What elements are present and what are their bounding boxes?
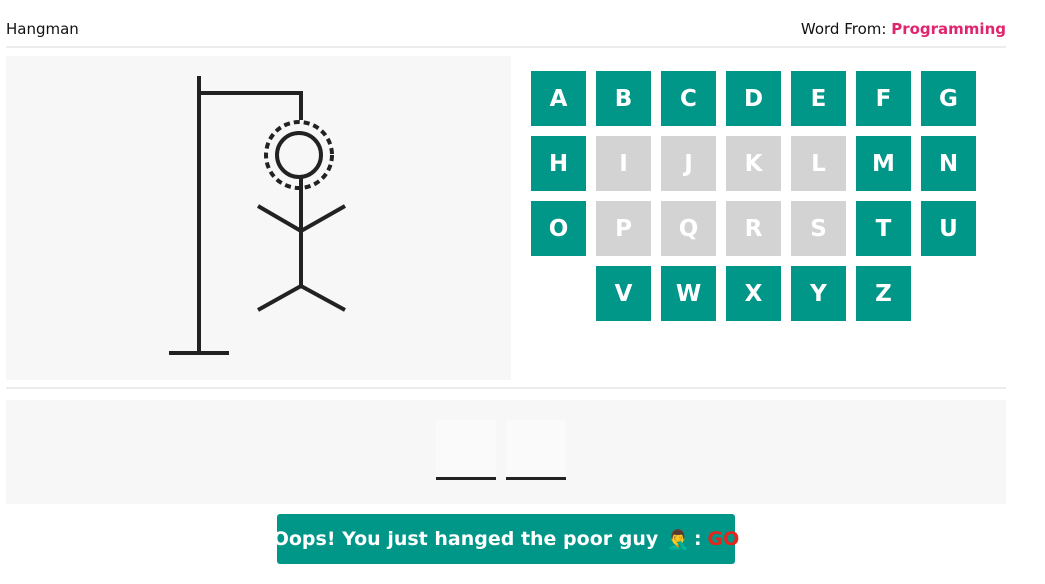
key-d[interactable]: D <box>726 71 781 126</box>
key-a[interactable]: A <box>531 71 586 126</box>
key-i[interactable]: I <box>596 136 651 191</box>
key-h[interactable]: H <box>531 136 586 191</box>
word-panel <box>6 400 1006 504</box>
key-j[interactable]: J <box>661 136 716 191</box>
category-name: Programming <box>891 20 1006 38</box>
key-b[interactable]: B <box>596 71 651 126</box>
game-over-message: Oops! You just hanged the poor guy 🤦‍♂️ … <box>273 514 739 564</box>
section-divider <box>6 387 1006 389</box>
key-x[interactable]: X <box>726 266 781 321</box>
key-p[interactable]: P <box>596 201 651 256</box>
key-l[interactable]: L <box>791 136 846 191</box>
header-divider <box>6 46 1006 48</box>
letter-slot <box>436 420 496 480</box>
key-f[interactable]: F <box>856 71 911 126</box>
key-n[interactable]: N <box>921 136 976 191</box>
key-y[interactable]: Y <box>791 266 846 321</box>
letter-slot <box>506 420 566 480</box>
stick-figure-left-leg <box>257 284 302 312</box>
stick-figure-right-leg <box>300 284 346 312</box>
word-from-label: Word From: <box>800 20 887 38</box>
gallows-panel <box>6 56 511 380</box>
key-o[interactable]: O <box>531 201 586 256</box>
letter-keyboard: ABCDEFG HIJKLMN OPQRSTU VWXYZ <box>531 71 976 321</box>
key-k[interactable]: K <box>726 136 781 191</box>
key-s[interactable]: S <box>791 201 846 256</box>
stick-figure-right-arm <box>300 204 346 233</box>
game-over-text: Oops! You just hanged the poor guy <box>272 528 659 550</box>
key-r[interactable]: R <box>726 201 781 256</box>
message-separator: : <box>693 528 702 550</box>
header: Hangman Word From: Programming <box>6 18 1006 40</box>
app-title: Hangman <box>6 20 79 38</box>
key-e[interactable]: E <box>791 71 846 126</box>
key-t[interactable]: T <box>856 201 911 256</box>
word-category: Word From: Programming <box>801 20 1006 38</box>
key-w[interactable]: W <box>661 266 716 321</box>
key-v[interactable]: V <box>596 266 651 321</box>
stick-figure-head <box>275 131 323 179</box>
go-button[interactable]: GO <box>708 528 740 550</box>
key-m[interactable]: M <box>856 136 911 191</box>
key-g[interactable]: G <box>921 71 976 126</box>
key-u[interactable]: U <box>921 201 976 256</box>
facepalm-icon: 🤦‍♂️ <box>666 528 690 551</box>
key-z[interactable]: Z <box>856 266 911 321</box>
hangman-drawing <box>169 76 346 355</box>
stick-figure-left-arm <box>256 204 303 233</box>
key-q[interactable]: Q <box>661 201 716 256</box>
key-c[interactable]: C <box>661 71 716 126</box>
